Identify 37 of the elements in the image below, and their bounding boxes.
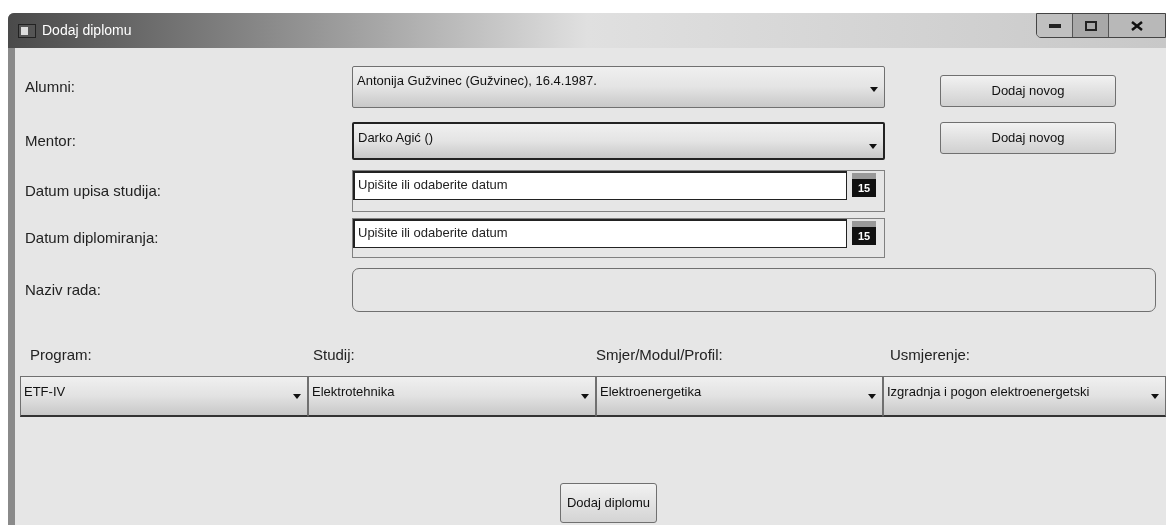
add-diploma-button[interactable]: Dodaj diplomu — [559, 483, 658, 523]
dropdown-arrow-icon — [870, 87, 878, 92]
minimize-button[interactable] — [1037, 14, 1073, 37]
date-picker[interactable]: Upišite ili odaberite datum 15 — [352, 170, 885, 212]
field-label: Mentor: — [25, 130, 77, 151]
dropdown[interactable]: Elektrotehnika — [308, 376, 596, 417]
selector-label: Studij: — [312, 344, 356, 365]
dropdown[interactable]: Darko Agić () — [352, 122, 885, 160]
date-picker[interactable]: Upišite ili odaberite datum 15 — [352, 218, 885, 258]
calendar-button[interactable]: 15 — [852, 173, 876, 197]
dropdown-arrow-icon — [293, 394, 301, 399]
window-icon — [18, 23, 36, 38]
dropdown-arrow-icon — [581, 394, 589, 399]
add-new-button[interactable]: Dodaj novog — [940, 122, 1116, 154]
maximize-button[interactable] — [1073, 14, 1109, 37]
field-label: Datum upisa studija: — [25, 180, 162, 201]
title-input[interactable] — [352, 268, 1156, 312]
dropdown-arrow-icon — [869, 144, 877, 149]
dropdown[interactable]: Antonija Gužvinec (Gužvinec), 16.4.1987. — [352, 66, 885, 108]
selector-label: Smjer/Modul/Profil: — [595, 344, 724, 365]
selector-label: Program: — [29, 344, 93, 365]
field-label: Alumni: — [25, 76, 77, 97]
dropdown[interactable]: Elektroenergetika — [596, 376, 883, 417]
field-label: Datum diplomiranja: — [25, 227, 160, 248]
minimize-icon — [1048, 23, 1061, 28]
add-new-button[interactable]: Dodaj novog — [940, 75, 1116, 107]
maximize-icon — [1084, 20, 1097, 31]
dropdown-arrow-icon — [1151, 394, 1159, 399]
field-label: Naziv rada: — [25, 279, 102, 300]
close-icon — [1131, 20, 1143, 31]
dropdown[interactable]: Izgradnja i pogon elektroenergetski — [883, 376, 1166, 417]
close-button[interactable] — [1109, 14, 1165, 37]
window-title: Dodaj diplomu — [42, 21, 132, 40]
selector-label: Usmjerenje: — [889, 344, 972, 365]
calendar-button[interactable]: 15 — [852, 221, 876, 245]
dropdown-arrow-icon — [868, 394, 876, 399]
dropdown[interactable]: ETF-IV — [20, 376, 308, 417]
